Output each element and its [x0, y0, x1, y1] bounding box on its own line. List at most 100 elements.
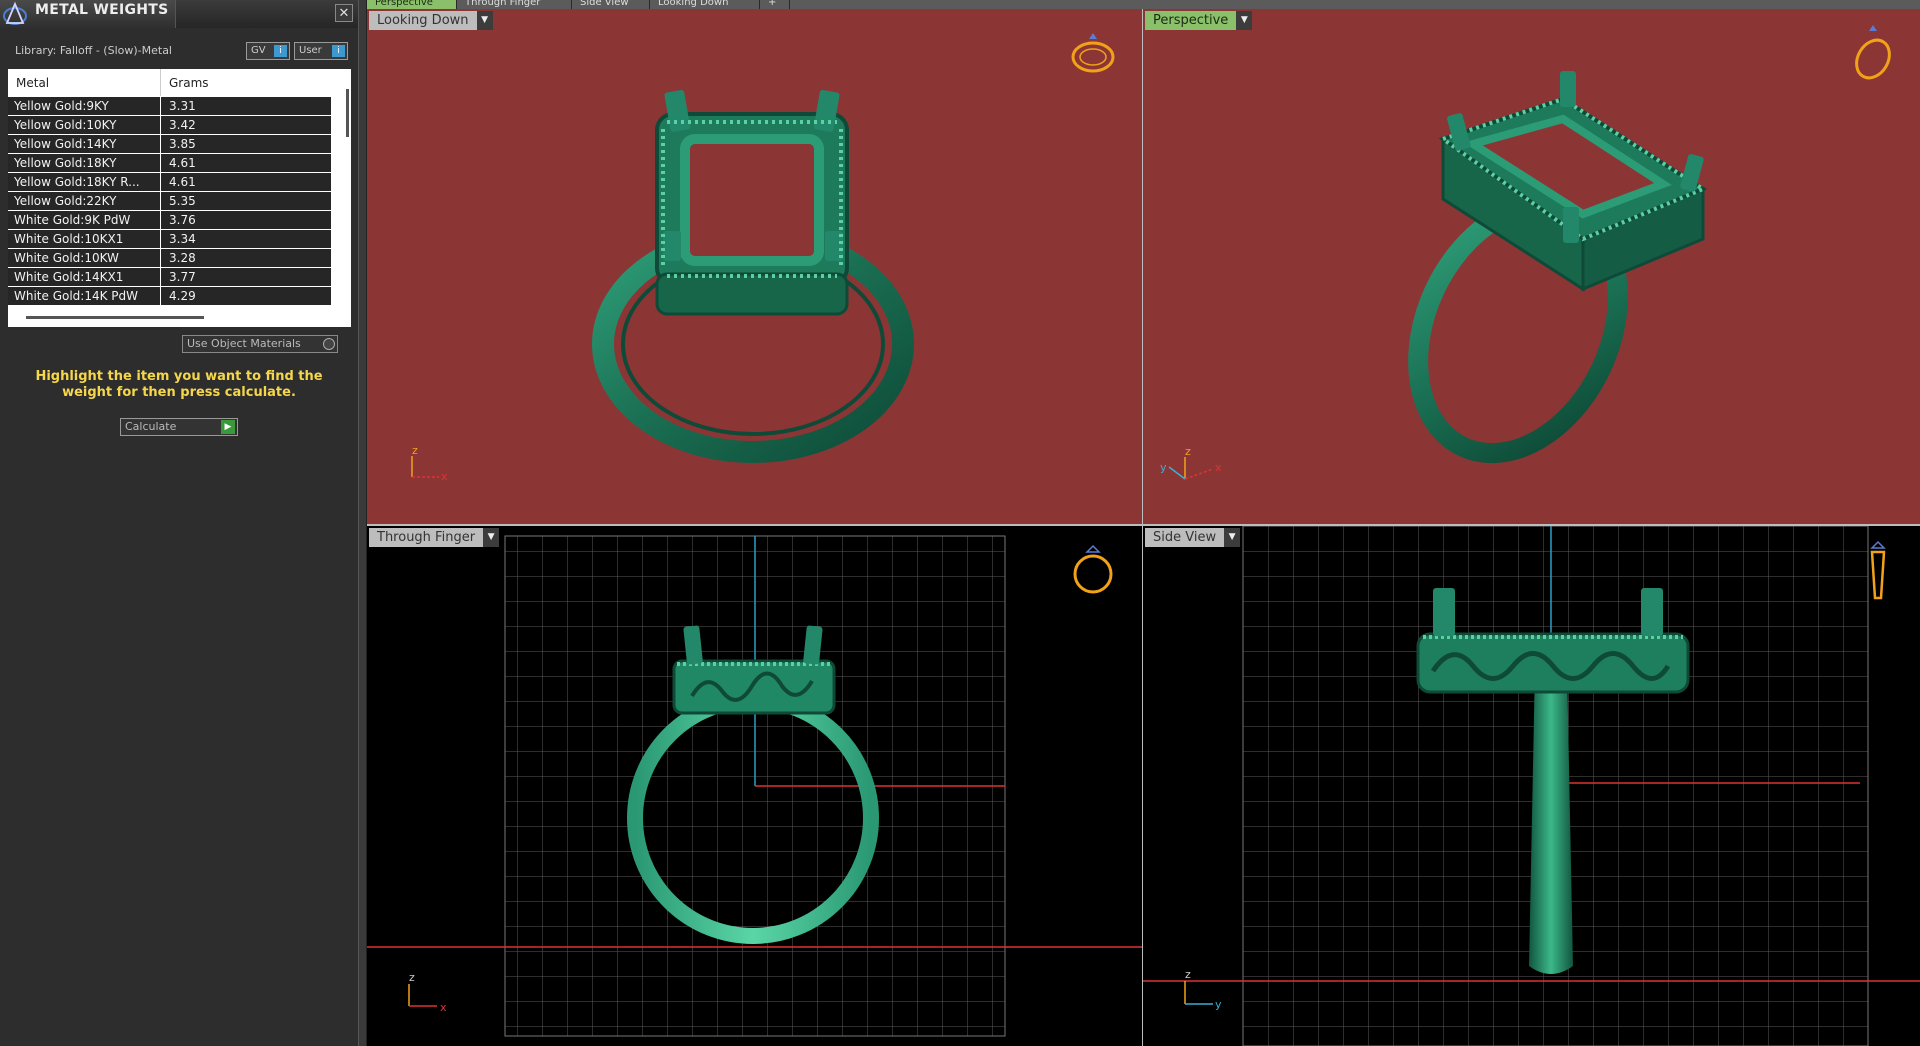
- horizontal-scrollbar[interactable]: [26, 316, 204, 319]
- grams-cell: 4.29: [169, 289, 196, 303]
- tab-perspective[interactable]: Perspective: [367, 0, 457, 9]
- viewport-label-perspective[interactable]: Perspective ▼: [1145, 11, 1253, 30]
- grams-cell: 3.28: [169, 251, 196, 265]
- user-toggle-label: User: [299, 45, 322, 56]
- cell-divider: [160, 116, 161, 135]
- app-logo-icon: [3, 1, 27, 25]
- viewport-perspective[interactable]: z y x Perspective ▼: [1143, 9, 1920, 524]
- table-row[interactable]: Yellow Gold:18KY 4.61: [8, 154, 331, 173]
- ring-shank: [1529, 666, 1573, 974]
- viewport-looking-down[interactable]: z x Looking Down ▼: [367, 9, 1142, 524]
- gv-toggle-label: GV: [251, 45, 266, 56]
- ring-gizmo-icon[interactable]: [1850, 25, 1896, 84]
- gv-toggle[interactable]: GV i: [246, 42, 290, 60]
- cell-divider: [160, 287, 161, 306]
- panel-splitter[interactable]: [358, 0, 367, 1046]
- dropdown-icon: ▼: [1236, 11, 1253, 30]
- metal-cell: Yellow Gold:18KY: [14, 156, 117, 170]
- calculate-button[interactable]: Calculate ▶: [120, 418, 238, 436]
- axis-x-label: x: [441, 470, 448, 483]
- cell-divider: [160, 249, 161, 268]
- tab-through-finger[interactable]: Through Finger: [457, 0, 572, 9]
- metal-cell: White Gold:9K PdW: [14, 213, 131, 227]
- column-divider: [160, 69, 161, 96]
- ring-render-top: z x: [411, 33, 1115, 483]
- ring-gizmo-icon[interactable]: [1073, 544, 1113, 594]
- axis-z-label: z: [409, 971, 415, 984]
- prong: [1433, 588, 1455, 636]
- metal-cell: Yellow Gold:22KY: [14, 194, 117, 208]
- viewport-through-finger[interactable]: z x Through Finger ▼: [367, 526, 1142, 1046]
- metal-cell: Yellow Gold:18KY R...: [14, 175, 140, 189]
- info-icon: i: [332, 45, 345, 57]
- cell-divider: [160, 192, 161, 211]
- grams-cell: 3.76: [169, 213, 196, 227]
- metal-cell: White Gold:14K PdW: [14, 289, 139, 303]
- cell-divider: [160, 230, 161, 249]
- table-header: Metal Grams: [8, 69, 351, 96]
- dropdown-icon: ▼: [1224, 528, 1241, 547]
- cell-divider: [160, 268, 161, 287]
- grams-cell: 3.34: [169, 232, 196, 246]
- column-header-metal[interactable]: Metal: [16, 76, 49, 90]
- use-object-materials-button[interactable]: Use Object Materials: [182, 335, 338, 353]
- viewport-side-view[interactable]: z y Side View ▼: [1143, 526, 1920, 1046]
- table-rows: Yellow Gold:9KY 3.31 Yellow Gold:10KY 3.42…: [8, 97, 331, 306]
- use-object-materials-label: Use Object Materials: [187, 337, 301, 350]
- cell-divider: [160, 211, 161, 230]
- viewport-label-side-view[interactable]: Side View ▼: [1145, 528, 1241, 547]
- table-row[interactable]: White Gold:10KW 3.28: [8, 249, 331, 268]
- table-row[interactable]: Yellow Gold:9KY 3.31: [8, 97, 331, 116]
- axis-y-label: y: [1215, 998, 1222, 1011]
- instruction-text: Highlight the item you want to find the …: [35, 369, 323, 400]
- metal-cell: Yellow Gold:10KY: [14, 118, 117, 132]
- metal-cell: Yellow Gold:14KY: [14, 137, 117, 151]
- vertical-scrollbar[interactable]: [346, 89, 349, 137]
- table-row[interactable]: Yellow Gold:18KY R... 4.61: [8, 173, 331, 192]
- viewport-splitter-horizontal[interactable]: [367, 524, 1920, 526]
- metal-cell: White Gold:10KW: [14, 251, 119, 265]
- column-header-grams[interactable]: Grams: [169, 76, 209, 90]
- viewport-title: Perspective: [1153, 13, 1229, 28]
- tab-looking-down[interactable]: Looking Down: [650, 0, 760, 9]
- metal-weights-panel: METAL WEIGHTS ✕ Library: Falloff - (Slow…: [0, 0, 358, 1046]
- table-row[interactable]: White Gold:14KX1 3.77: [8, 268, 331, 287]
- close-icon[interactable]: ✕: [335, 4, 353, 22]
- tab-side-view[interactable]: Side View: [572, 0, 650, 9]
- axis-x-label: x: [1215, 461, 1222, 474]
- center-opening: [680, 134, 824, 266]
- grams-cell: 3.85: [169, 137, 196, 151]
- info-icon: i: [274, 45, 287, 57]
- panel-title-tab[interactable]: METAL WEIGHTS: [0, 0, 176, 28]
- dropdown-icon: ▼: [476, 11, 493, 30]
- ring-gizmo-icon[interactable]: [1071, 33, 1115, 73]
- table-row[interactable]: Yellow Gold:14KY 3.85: [8, 135, 331, 154]
- axis-x-label: x: [440, 1001, 447, 1014]
- ring-gizmo-icon[interactable]: [1870, 540, 1886, 600]
- metal-cell: White Gold:10KX1: [14, 232, 124, 246]
- table-row[interactable]: Yellow Gold:22KY 5.35: [8, 192, 331, 211]
- viewport-title: Side View: [1153, 530, 1217, 545]
- panel-title: METAL WEIGHTS: [35, 2, 169, 18]
- library-label: Library: Falloff - (Slow)-Metal: [15, 44, 172, 57]
- table-row[interactable]: White Gold:14K PdW 4.29: [8, 287, 331, 306]
- cell-divider: [160, 97, 161, 116]
- gallery: [655, 272, 849, 316]
- user-toggle[interactable]: User i: [294, 42, 348, 60]
- metal-cell: Yellow Gold:9KY: [14, 99, 109, 113]
- table-row[interactable]: White Gold:10KX1 3.34: [8, 230, 331, 249]
- axis-z-label: z: [1185, 968, 1191, 981]
- prong: [663, 231, 681, 261]
- viewport-label-through-finger[interactable]: Through Finger ▼: [369, 528, 500, 547]
- viewport-label-looking-down[interactable]: Looking Down ▼: [369, 11, 493, 30]
- play-icon: ▶: [221, 420, 235, 434]
- table-row[interactable]: White Gold:9K PdW 3.76: [8, 211, 331, 230]
- prong: [1563, 207, 1579, 243]
- viewport-splitter-vertical[interactable]: [1142, 9, 1143, 1046]
- grams-cell: 4.61: [169, 175, 196, 189]
- panel-title-bar: METAL WEIGHTS ✕: [0, 0, 358, 28]
- cell-divider: [160, 135, 161, 154]
- metal-cell: White Gold:14KX1: [14, 270, 124, 284]
- table-row[interactable]: Yellow Gold:10KY 3.42: [8, 116, 331, 135]
- tab-add[interactable]: +: [760, 0, 790, 9]
